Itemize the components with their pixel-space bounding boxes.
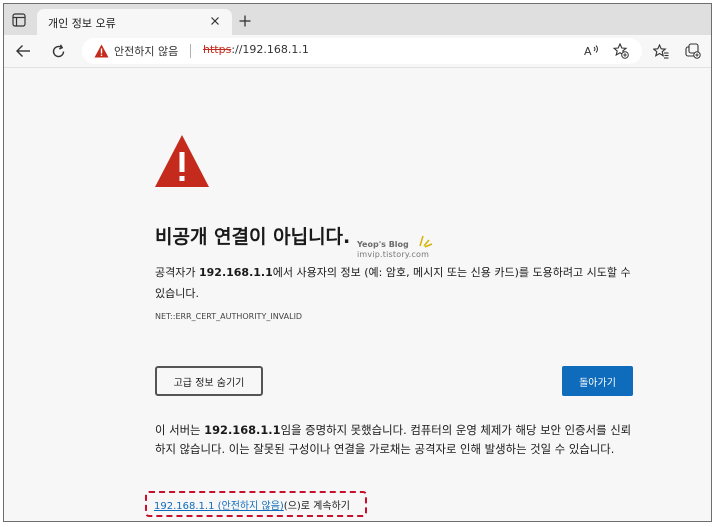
page-title: 비공개 연결이 아닙니다.: [155, 226, 351, 248]
detail-text: 이 서버는: [155, 423, 205, 437]
proceed-link[interactable]: 192.168.1.1 (안전하지 않음): [154, 501, 284, 512]
browser-window: 개인 정보 오류 안전하지 않음 https://192.168.1.1 A 비…: [3, 3, 712, 522]
read-aloud-icon[interactable]: A: [582, 41, 602, 61]
url-text[interactable]: https://192.168.1.1: [203, 43, 309, 56]
favorites-icon[interactable]: [649, 39, 673, 63]
tab-active[interactable]: 개인 정보 오류: [37, 9, 232, 35]
proceed-line: 192.168.1.1 (안전하지 않음)(으)로 계속하기: [154, 497, 350, 512]
error-code: NET::ERR_CERT_AUTHORITY_INVALID: [155, 312, 303, 321]
add-favorite-icon[interactable]: [611, 41, 631, 61]
desc-host: 192.168.1.1: [198, 266, 273, 279]
tab-title: 개인 정보 오류: [48, 17, 116, 30]
watermark-line2: imvip.tistory.com: [357, 250, 430, 259]
address-separator: [190, 44, 191, 58]
close-icon[interactable]: [206, 12, 224, 30]
hide-advanced-button[interactable]: 고급 정보 숨기기: [155, 366, 263, 396]
go-back-button[interactable]: 돌아가기: [562, 366, 633, 396]
proceed-suffix: (으)로 계속하기: [283, 501, 350, 512]
advanced-detail: 이 서버는 192.168.1.1임을 증명하지 못했습니다. 컴퓨터의 운영 …: [155, 421, 635, 459]
tab-actions-icon[interactable]: [8, 9, 30, 31]
toolbar: 안전하지 않음 https://192.168.1.1 A: [4, 35, 711, 68]
refresh-icon[interactable]: [46, 39, 70, 63]
url-scheme: https: [203, 43, 232, 56]
back-arrow-icon[interactable]: [11, 39, 35, 63]
warning-icon[interactable]: [94, 44, 109, 58]
description: 공격자가 192.168.1.1에서 사용자의 정보 (예: 암호, 메시지 또…: [155, 262, 641, 304]
address-bar[interactable]: 안전하지 않음 https://192.168.1.1 A: [82, 38, 642, 64]
tab-strip: 개인 정보 오류: [4, 4, 711, 35]
svg-text:A: A: [584, 45, 592, 58]
url-host: ://192.168.1.1: [231, 43, 309, 56]
collections-icon[interactable]: [681, 39, 705, 63]
warning-icon: [155, 135, 209, 187]
desc-text: 공격자가: [155, 266, 199, 279]
sparkle-icon: [419, 235, 433, 248]
detail-host: 192.168.1.1: [204, 423, 281, 437]
not-secure-label[interactable]: 안전하지 않음: [114, 43, 178, 59]
plus-icon[interactable]: [235, 11, 255, 31]
error-page: 비공개 연결이 아닙니다. Yeop's Blog imvip.tistory.…: [4, 68, 711, 521]
